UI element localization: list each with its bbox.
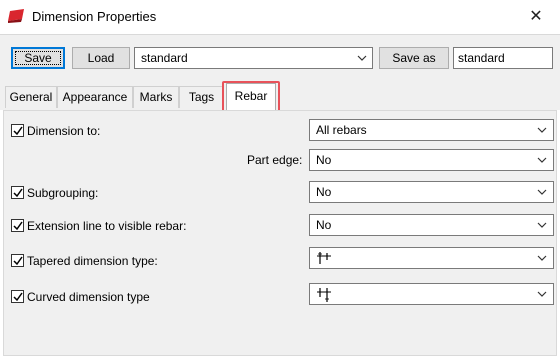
subgrouping-checkbox[interactable] (11, 186, 24, 199)
tab-tags[interactable]: Tags (179, 86, 224, 108)
dimension-to-dropdown[interactable]: All rebars (309, 119, 554, 141)
preset-dropdown[interactable]: standard (134, 47, 373, 69)
curved-dimension-glyph-icon (317, 288, 331, 302)
tab-strip: General Appearance Marks Tags Rebar (0, 80, 560, 110)
chevron-down-icon (537, 255, 547, 261)
extension-line-value: No (316, 218, 332, 232)
tapered-type-label: Tapered dimension type: (27, 254, 158, 268)
chevron-down-icon (537, 222, 547, 228)
tab-general-label: General (9, 90, 53, 104)
tab-appearance[interactable]: Appearance (57, 86, 133, 108)
extension-line-checkbox[interactable] (11, 219, 24, 232)
checkmark-icon (13, 126, 23, 136)
curved-type-checkbox[interactable] (11, 290, 24, 303)
subgrouping-dropdown[interactable]: No (309, 181, 554, 203)
window-title: Dimension Properties (32, 9, 157, 24)
save-as-button-label: Save as (392, 51, 436, 65)
part-edge-value: No (316, 153, 332, 167)
save-button[interactable]: Save (11, 47, 65, 69)
tab-general[interactable]: General (5, 86, 57, 108)
tapered-type-dropdown[interactable] (309, 247, 554, 269)
subgrouping-label: Subgrouping: (27, 186, 99, 200)
checkmark-icon (13, 256, 23, 266)
checkmark-icon (13, 221, 23, 231)
chevron-down-icon (537, 127, 547, 133)
extension-line-dropdown[interactable]: No (309, 214, 554, 236)
close-icon: ✕ (529, 8, 543, 25)
load-button-label: Load (87, 51, 115, 65)
tapered-dimension-glyph-icon (317, 252, 331, 264)
rebar-panel: Dimension to: All rebars Part edge: No S… (3, 110, 557, 356)
dimension-to-value: All rebars (316, 123, 367, 137)
toolbar: Save Load standard Save as standard (0, 35, 560, 80)
tab-tags-label: Tags (188, 90, 215, 104)
tab-appearance-label: Appearance (62, 90, 128, 104)
curved-type-dropdown[interactable] (309, 283, 554, 305)
close-button[interactable]: ✕ (512, 0, 560, 34)
subgrouping-value: No (316, 185, 332, 199)
checkmark-icon (13, 292, 23, 302)
preset-value: standard (141, 51, 188, 65)
part-edge-label: Part edge: (247, 153, 303, 167)
chevron-down-icon (357, 55, 367, 61)
dimension-to-checkbox[interactable] (11, 124, 24, 137)
extension-line-label: Extension line to visible rebar: (27, 219, 187, 233)
tab-highlight-box (222, 81, 280, 112)
focus-rect (15, 51, 61, 65)
tab-marks-label: Marks (139, 90, 173, 104)
curved-type-label: Curved dimension type (27, 290, 150, 304)
tapered-type-checkbox[interactable] (11, 254, 24, 267)
save-as-button[interactable]: Save as (379, 47, 449, 69)
load-button[interactable]: Load (72, 47, 130, 69)
chevron-down-icon (537, 157, 547, 163)
part-edge-dropdown[interactable]: No (309, 149, 554, 171)
app-logo-icon (8, 9, 24, 23)
dimension-to-label: Dimension to: (27, 124, 101, 138)
chevron-down-icon (537, 189, 547, 195)
chevron-down-icon (537, 291, 547, 297)
tab-marks[interactable]: Marks (133, 86, 179, 108)
checkmark-icon (13, 188, 23, 198)
title-bar: Dimension Properties ✕ (0, 0, 560, 35)
save-as-name-value: standard (458, 51, 505, 65)
save-as-name-field[interactable]: standard (453, 47, 553, 69)
